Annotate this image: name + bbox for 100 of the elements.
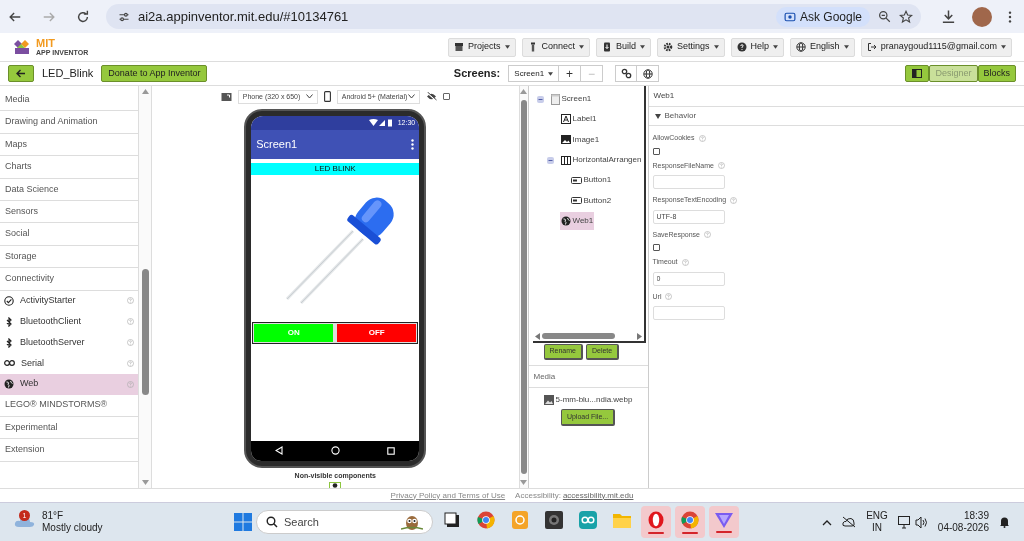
scroll-up-icon[interactable] — [141, 89, 149, 94]
ask-google-chip[interactable]: Ask Google — [775, 6, 870, 27]
component-tree-item[interactable]: Button2 — [569, 191, 613, 210]
app-title: Screen1 — [256, 137, 298, 153]
scrollbar-thumb[interactable] — [141, 269, 149, 395]
media-heading: Media — [528, 366, 648, 388]
scroll-down-icon[interactable] — [520, 480, 527, 485]
media-file[interactable]: 5-mm-blu...ndia.webp — [543, 394, 633, 406]
bluetooth-icon — [4, 337, 14, 348]
panel-toggle-button[interactable] — [905, 65, 930, 82]
caret-icon — [504, 45, 510, 49]
phone-button[interactable]: OFF — [337, 323, 417, 342]
bluetooth-icon — [4, 316, 14, 327]
phone-download-icon — [602, 42, 613, 52]
mode-tab[interactable]: Blocks — [977, 65, 1016, 82]
scrollbar-thumb[interactable] — [541, 333, 615, 339]
scroll-right-icon[interactable] — [636, 332, 642, 340]
screen-dropdown[interactable]: Screen1 — [508, 65, 560, 82]
archive-icon — [454, 42, 464, 52]
globe-icon — [560, 215, 571, 226]
project-properties-button[interactable] — [615, 65, 638, 82]
search-icon — [266, 516, 278, 528]
donate-button[interactable]: Donate to App Inventor — [101, 65, 208, 82]
button-shape-icon — [570, 176, 582, 184]
weather-condition: Mostly cloudy — [42, 522, 103, 535]
globe-button[interactable] — [637, 65, 660, 82]
scrollbar-thumb[interactable] — [520, 100, 527, 474]
caret-icon — [640, 45, 646, 49]
home-circle-icon[interactable] — [330, 446, 340, 456]
behavior-section-header[interactable]: Behavior — [648, 107, 1024, 126]
chevron-up-icon[interactable] — [822, 518, 833, 526]
sign-out-icon — [866, 42, 877, 52]
property-field[interactable] — [652, 306, 725, 320]
panel-icon — [912, 69, 923, 78]
cloud-off-icon[interactable] — [842, 516, 857, 528]
ask-google-label: Ask Google — [799, 8, 862, 26]
avatar[interactable] — [972, 6, 992, 27]
non-visible-component[interactable] — [329, 482, 342, 488]
property-checkbox[interactable] — [652, 147, 660, 155]
lens-app-icon — [545, 510, 563, 529]
project-name: LED_Blink — [42, 66, 94, 82]
component-name-heading: Web1 — [648, 86, 1024, 107]
scroll-left-icon[interactable] — [534, 332, 540, 340]
network-volume-icons[interactable] — [897, 515, 928, 529]
component-tree-item[interactable]: Image1 — [559, 130, 601, 149]
round-browser-icon — [477, 510, 495, 529]
screens-label: Screens: — [453, 66, 501, 82]
globe-icon — [332, 483, 339, 488]
menu-button[interactable]: Connect — [521, 37, 591, 57]
back-button[interactable] — [8, 65, 34, 82]
overflow-menu-icon[interactable] — [411, 138, 415, 150]
button-shape-icon — [570, 197, 582, 205]
component-tree-item[interactable]: Screen1 — [549, 90, 593, 109]
resize-icon — [220, 91, 232, 102]
palette-item-label: ActivityStarter — [20, 294, 77, 308]
menu-button[interactable]: Projects — [448, 37, 516, 57]
rounded-square-app-icon — [512, 510, 528, 529]
palette-item[interactable]: Web — [0, 373, 139, 395]
url-text[interactable]: ai2a.appinventor.mit.edu/#10134761 — [138, 6, 768, 27]
star-icon[interactable] — [899, 9, 913, 24]
component-tree-item[interactable]: Label1 — [559, 110, 598, 129]
menu-button[interactable]: pranaygoud1115@gmail.com — [860, 37, 1012, 57]
caret-icon — [548, 71, 554, 76]
windows-start-icon[interactable] — [234, 513, 252, 531]
scroll-down-icon[interactable] — [141, 480, 149, 485]
search-placeholder: Search — [284, 514, 320, 530]
taskbar-search-field[interactable]: Search — [256, 510, 433, 534]
recents-square-icon[interactable] — [387, 446, 396, 455]
component-tree-item[interactable]: Web1 — [559, 211, 595, 230]
collapse-toggle-icon[interactable] — [546, 156, 554, 164]
zoom-icon[interactable] — [878, 10, 891, 23]
accessibility-label: Accessibility: — [515, 489, 561, 502]
component-tree-item[interactable]: HorizontalArrangen — [559, 151, 643, 170]
add-screen-button[interactable]: + — [559, 65, 582, 82]
menu-button[interactable]: Settings — [657, 37, 725, 57]
language-indicator[interactable]: ENG IN — [866, 509, 888, 535]
picture-icon — [543, 395, 554, 405]
component-tree-item[interactable]: Button1 — [569, 171, 613, 190]
show-hidden-checkbox[interactable] — [442, 93, 450, 101]
clock[interactable]: 18:39 04-08-2026 — [937, 509, 989, 535]
temperature: 81°F — [42, 509, 65, 522]
site-info-icon[interactable] — [118, 10, 130, 23]
property-checkbox[interactable] — [652, 244, 660, 251]
bell-icon[interactable] — [999, 516, 1010, 528]
stacked-squares-icon — [444, 511, 460, 528]
privacy-link[interactable]: Privacy Policy and Terms of Use — [390, 489, 506, 502]
caret-icon — [773, 45, 779, 49]
reload-icon[interactable] — [76, 9, 90, 24]
collapse-toggle-icon[interactable] — [536, 95, 544, 103]
property-field[interactable] — [652, 175, 725, 189]
back-triangle-icon[interactable] — [275, 446, 284, 456]
menu-button[interactable]: English — [790, 37, 855, 57]
menu-button[interactable]: Help — [730, 37, 785, 57]
accessibility-link[interactable]: accessibility.mit.edu — [562, 489, 634, 502]
scroll-up-icon[interactable] — [520, 89, 527, 94]
menu-button[interactable]: Build — [596, 37, 652, 57]
lens-icon — [783, 10, 796, 23]
disclosure-triangle-icon — [654, 113, 661, 119]
download-icon[interactable] — [941, 9, 956, 24]
check-circle-icon — [4, 295, 14, 306]
